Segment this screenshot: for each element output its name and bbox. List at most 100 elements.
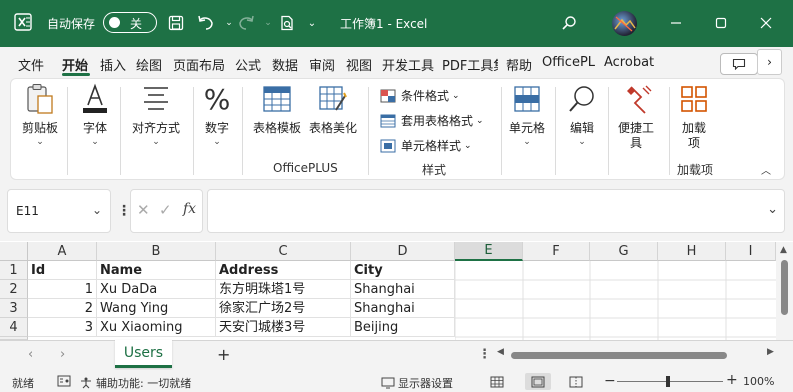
display-settings-button[interactable]: 显示器设置 bbox=[381, 375, 453, 391]
save-icon[interactable] bbox=[165, 12, 187, 34]
cell[interactable]: 东方明珠塔1号 bbox=[216, 280, 351, 299]
select-all-button[interactable] bbox=[0, 242, 28, 261]
editing-button[interactable]: 编辑 ⌄ bbox=[564, 83, 600, 147]
cell[interactable]: 天安门城楼3号 bbox=[216, 318, 351, 337]
cell[interactable]: 3 bbox=[28, 318, 97, 337]
column-header[interactable]: B bbox=[97, 242, 216, 261]
cell[interactable]: Address bbox=[216, 261, 351, 280]
row-header[interactable]: 1 bbox=[0, 261, 28, 280]
tab-page-layout[interactable]: 页面布局 bbox=[173, 55, 225, 74]
convenience-tool-button[interactable]: 便捷工具 bbox=[616, 83, 660, 151]
next-sheet-icon[interactable]: › bbox=[60, 347, 65, 362]
cell[interactable]: Name bbox=[97, 261, 216, 280]
cell[interactable]: Shanghai bbox=[351, 299, 455, 318]
zoom-out-icon[interactable]: − bbox=[604, 373, 616, 389]
tab-review[interactable]: 审阅 bbox=[309, 55, 335, 74]
row-header[interactable]: 3 bbox=[0, 299, 28, 318]
conditional-format-button[interactable]: 条件格式 ⌄ bbox=[379, 87, 460, 104]
number-button[interactable]: % 数字 ⌄ bbox=[200, 83, 234, 148]
page-break-view-button[interactable] bbox=[563, 373, 589, 390]
comments-button[interactable] bbox=[720, 53, 758, 75]
collapse-ribbon-icon[interactable]: ︿ bbox=[761, 162, 771, 177]
cell[interactable]: City bbox=[351, 261, 455, 280]
cell[interactable]: Id bbox=[28, 261, 97, 280]
cell[interactable]: 2 bbox=[28, 299, 97, 318]
close-icon[interactable] bbox=[752, 10, 780, 36]
tab-data[interactable]: 数据 bbox=[272, 55, 298, 74]
cell[interactable]: Shanghai bbox=[351, 280, 455, 299]
zoom-slider-knob[interactable] bbox=[666, 376, 670, 387]
cell[interactable]: Xu DaDa bbox=[97, 280, 216, 299]
alignment-button[interactable]: 对齐方式 ⌄ bbox=[127, 83, 185, 147]
tab-acrobat[interactable]: Acrobat bbox=[604, 55, 654, 70]
minimize-icon[interactable] bbox=[662, 10, 690, 36]
zoom-slider-track[interactable] bbox=[617, 381, 723, 382]
addins-button[interactable]: 加载项 bbox=[676, 83, 712, 151]
chevron-down-icon[interactable]: ⌄ bbox=[767, 202, 778, 217]
print-preview-icon[interactable] bbox=[276, 12, 298, 34]
scroll-left-icon[interactable]: ◀ bbox=[497, 347, 504, 357]
scroll-right-icon[interactable]: ▶ bbox=[767, 347, 774, 357]
cell[interactable]: Wang Ying bbox=[97, 299, 216, 318]
cell[interactable]: 徐家汇广场2号 bbox=[216, 299, 351, 318]
prev-sheet-icon[interactable]: ‹ bbox=[28, 347, 33, 362]
formula-input[interactable]: ⌄ bbox=[207, 189, 785, 233]
column-header[interactable]: A bbox=[28, 242, 97, 261]
column-header[interactable]: F bbox=[523, 242, 590, 261]
insert-function-icon[interactable]: fx bbox=[183, 201, 196, 217]
page-layout-view-button[interactable] bbox=[525, 373, 551, 390]
redo-icon[interactable] bbox=[235, 12, 257, 34]
tabs-scroll-right-button[interactable]: › bbox=[757, 49, 782, 75]
tab-pdf-tools[interactable]: PDF工具集 bbox=[442, 55, 498, 74]
normal-view-button[interactable] bbox=[484, 373, 510, 390]
user-avatar[interactable] bbox=[612, 11, 637, 36]
cell[interactable]: 1 bbox=[28, 280, 97, 299]
name-box[interactable]: E11 ⌄ bbox=[7, 189, 111, 233]
tab-officeplus[interactable]: OfficePL bbox=[542, 55, 595, 70]
column-header[interactable]: D bbox=[351, 242, 455, 261]
cell[interactable]: Xu Xiaoming bbox=[97, 318, 216, 337]
tab-formulas[interactable]: 公式 bbox=[235, 55, 261, 74]
row-header[interactable]: 2 bbox=[0, 280, 28, 299]
table-beautify-button[interactable]: 表格美化 bbox=[307, 83, 359, 136]
cells-button[interactable]: 单元格 ⌄ bbox=[507, 83, 547, 147]
tab-draw[interactable]: 绘图 bbox=[136, 55, 162, 74]
column-header[interactable]: H bbox=[658, 242, 726, 261]
cancel-icon[interactable]: ✕ bbox=[137, 201, 150, 219]
scrollbar-thumb[interactable] bbox=[511, 352, 727, 359]
undo-icon[interactable] bbox=[195, 12, 217, 34]
tab-file[interactable]: 文件 bbox=[18, 55, 44, 74]
tab-help[interactable]: 帮助 bbox=[506, 55, 532, 74]
scrollbar-thumb[interactable] bbox=[781, 260, 788, 315]
horizontal-scrollbar[interactable]: ◀ ▶ bbox=[497, 347, 779, 362]
vertical-scrollbar[interactable]: ▲ bbox=[776, 242, 793, 340]
enter-icon[interactable]: ✓ bbox=[159, 201, 172, 219]
clipboard-button[interactable]: 剪贴板 ⌄ bbox=[21, 83, 59, 147]
zoom-in-icon[interactable]: + bbox=[726, 372, 738, 388]
table-template-button[interactable]: 表格模板 bbox=[251, 83, 303, 136]
column-header[interactable]: G bbox=[590, 242, 658, 261]
macro-record-icon[interactable] bbox=[57, 375, 71, 387]
format-as-table-button[interactable]: 套用表格格式 ⌄ bbox=[379, 112, 484, 129]
tab-home[interactable]: 开始 bbox=[62, 55, 88, 74]
column-header[interactable]: I bbox=[726, 242, 776, 261]
column-header[interactable]: C bbox=[216, 242, 351, 261]
column-header-selected[interactable]: E bbox=[455, 242, 523, 261]
scroll-up-icon[interactable]: ▲ bbox=[780, 245, 787, 255]
autosave-toggle[interactable]: 关 bbox=[103, 12, 157, 33]
cell[interactable]: Beijing bbox=[351, 318, 455, 337]
search-icon[interactable] bbox=[558, 12, 580, 34]
tab-view[interactable]: 视图 bbox=[346, 55, 372, 74]
tab-insert[interactable]: 插入 bbox=[100, 55, 126, 74]
customize-toolbar-icon[interactable]: ⌄ bbox=[301, 12, 323, 34]
font-button[interactable]: 字体 ⌄ bbox=[76, 83, 114, 147]
more-options-icon[interactable]: ⋮ bbox=[478, 347, 491, 362]
more-options-icon[interactable]: ⋮ bbox=[117, 203, 131, 219]
add-sheet-icon[interactable]: + bbox=[217, 345, 230, 364]
tab-developer[interactable]: 开发工具 bbox=[382, 55, 434, 74]
row-header[interactable]: 4 bbox=[0, 318, 28, 337]
cell-styles-button[interactable]: 单元格样式 ⌄ bbox=[379, 137, 472, 154]
zoom-level[interactable]: 100% bbox=[743, 375, 774, 388]
restore-icon[interactable] bbox=[707, 10, 735, 36]
sheet-tab-users[interactable]: Users bbox=[115, 340, 172, 368]
